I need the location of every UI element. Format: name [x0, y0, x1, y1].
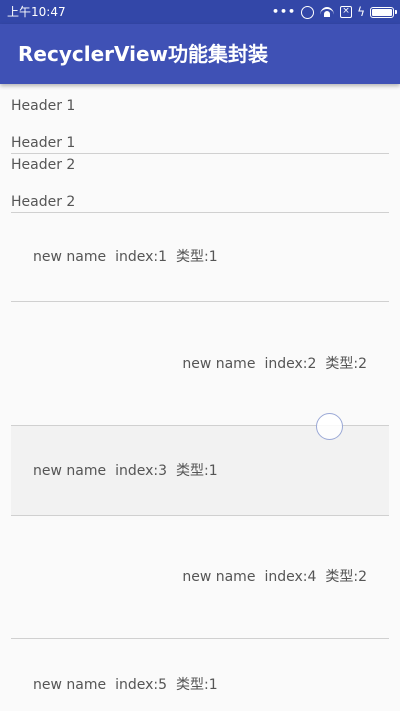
app-toolbar: RecyclerView功能集封装 [0, 24, 400, 84]
item-index: index:3 [115, 463, 168, 479]
charging-icon: ϟ [357, 5, 365, 19]
item-type: 类型:1 [176, 677, 218, 693]
list-header[interactable]: Header 2 [11, 156, 75, 174]
item-index: index:4 [264, 569, 317, 585]
item-name: new name [182, 569, 256, 585]
item-text: new name index:4 类型:2 [182, 568, 367, 586]
wifi-icon [319, 6, 335, 18]
status-time: 上午10:47 [7, 5, 66, 19]
item-name: new name [33, 463, 107, 479]
list-item[interactable]: new name index:1 类型:1 [11, 213, 389, 301]
item-index: index:2 [264, 356, 317, 372]
list-header[interactable]: Header 2 [11, 193, 75, 211]
divider [11, 153, 389, 154]
list-item[interactable]: new name index:5 类型:1 [11, 639, 389, 711]
item-index: index:1 [115, 249, 168, 265]
alarm-icon [301, 5, 315, 19]
no-sim-icon: × [340, 6, 353, 18]
list-header[interactable]: Header 1 [11, 97, 75, 115]
list-item[interactable]: new name index:2 类型:2 [11, 302, 389, 425]
item-name: new name [33, 677, 107, 693]
item-type: 类型:1 [176, 463, 218, 479]
more-dots-icon: ••• [271, 5, 297, 18]
item-index: index:5 [115, 677, 168, 693]
list-item[interactable]: new name index:4 类型:2 [11, 516, 389, 638]
item-type: 类型:2 [325, 356, 367, 372]
page-title: RecyclerView功能集封装 [18, 42, 269, 66]
item-text: new name index:1 类型:1 [33, 248, 218, 266]
battery-icon [370, 6, 397, 18]
item-name: new name [33, 249, 107, 265]
item-type: 类型:1 [176, 249, 218, 265]
item-type: 类型:2 [325, 569, 367, 585]
item-text: new name index:3 类型:1 [33, 462, 218, 480]
status-icons: ••• × ϟ [271, 4, 397, 20]
item-name: new name [182, 356, 256, 372]
item-text: new name index:5 类型:1 [33, 676, 218, 694]
status-bar: 上午10:47 ••• × ϟ [0, 0, 400, 24]
list-header[interactable]: Header 1 [11, 134, 75, 152]
item-text: new name index:2 类型:2 [182, 355, 367, 373]
touch-indicator [316, 413, 343, 440]
recycler-list[interactable]: Header 1 Header 1 Header 2 Header 2 new … [0, 84, 400, 711]
